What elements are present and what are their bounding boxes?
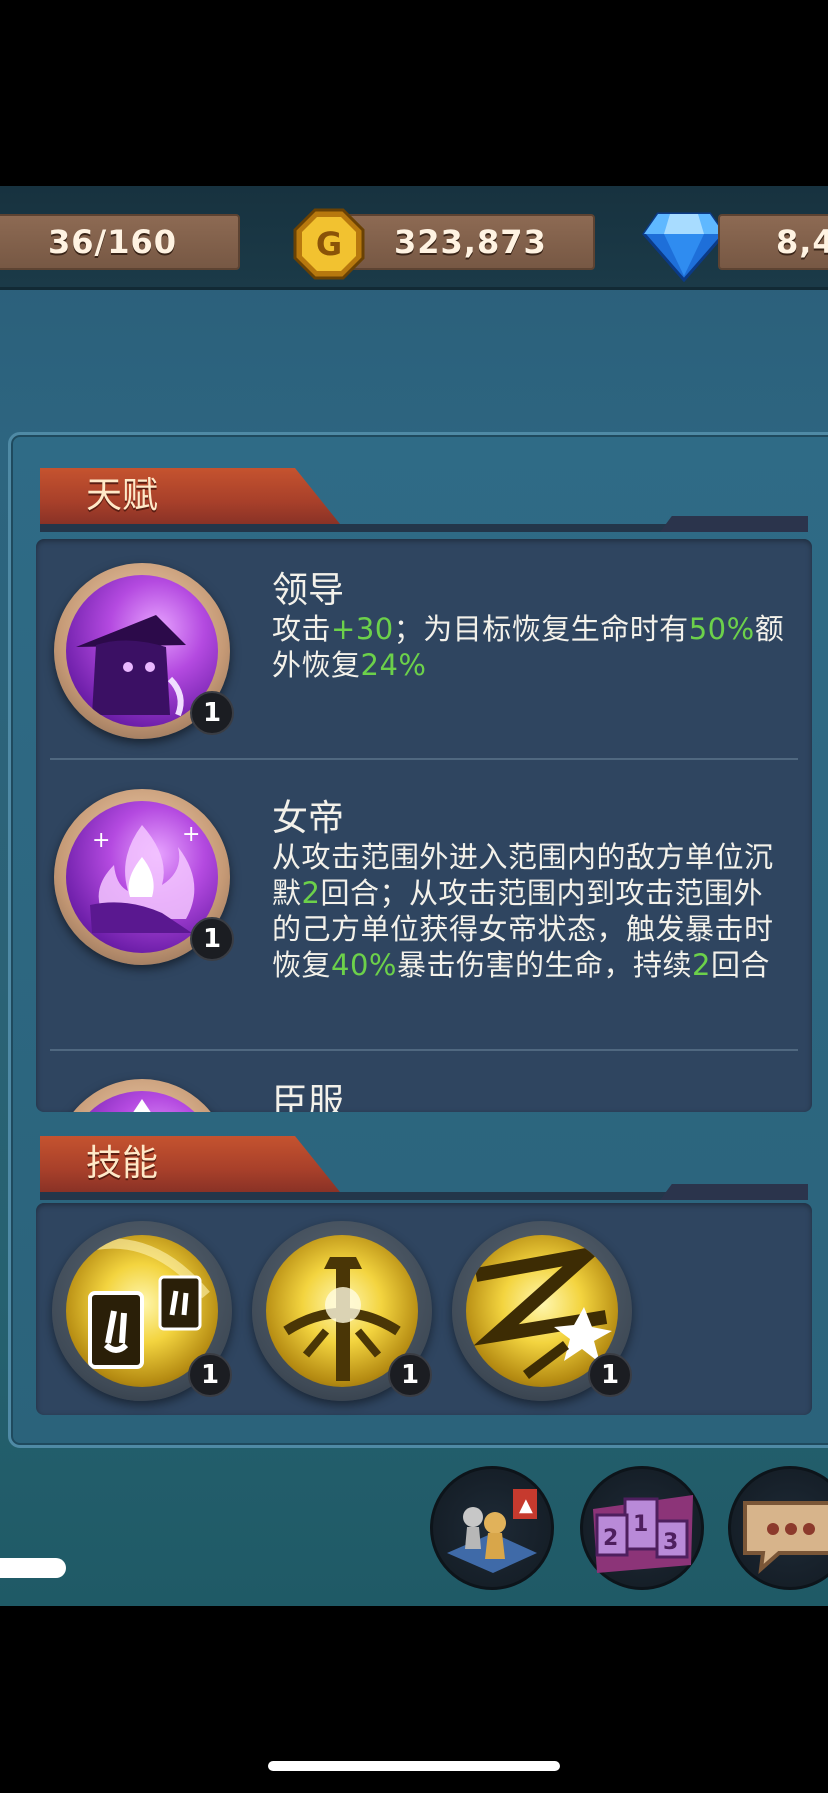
gem-counter[interactable]: 8,4 (718, 214, 828, 270)
gold-counter[interactable]: 323,873 (340, 214, 595, 270)
talents-title: 天赋 (86, 475, 159, 516)
talent-level-badge: 1 (190, 917, 234, 961)
highlighted-value: 50% (688, 612, 755, 646)
talent-icon-leadership[interactable]: 1 (54, 563, 234, 739)
skill-2-button[interactable]: 1 (252, 1221, 432, 1401)
arrow-up-icon (133, 1099, 151, 1112)
svg-text:G: G (316, 225, 342, 263)
highlighted-value: 24% (360, 648, 427, 682)
chat-button[interactable] (728, 1466, 828, 1590)
svg-text:+: + (92, 828, 110, 853)
skill-level-badge: 1 (388, 1353, 432, 1397)
stamina-value: 36/160 (48, 223, 178, 261)
pawn-ranking-button[interactable]: ▲ (430, 1466, 554, 1590)
talents-section-header: 天赋 (40, 468, 340, 524)
stamina-counter[interactable]: 36/160 (0, 214, 240, 270)
pawns-icon: ▲ (447, 1489, 537, 1573)
highlighted-value: 2 (301, 876, 321, 910)
svg-text:▲: ▲ (519, 1495, 533, 1516)
podium-icon: 2 1 3 (593, 1495, 693, 1573)
talent-description: 从攻击范围外进入范围内的敌方单位沉默2回合；从攻击范围内到攻击范围外的己方单位获… (272, 839, 792, 983)
skill-level-badge: 1 (588, 1353, 632, 1397)
talent-name: 领导 (272, 570, 345, 611)
talent-icon-submission[interactable] (54, 1079, 230, 1112)
talent-divider (50, 758, 798, 760)
talent-level-badge: 1 (190, 691, 234, 735)
talents-list[interactable]: 1 领导 攻击+30；为目标恢复生命时有50%额外恢复24% + + 1 女帝 … (36, 539, 812, 1112)
highlighted-value: 40% (331, 948, 397, 982)
talent-description: 攻击+30；为目标恢复生命时有50%额外恢复24% (272, 611, 792, 683)
skill-3-button[interactable]: 1 (452, 1221, 632, 1401)
talent-name: 臣服 (272, 1082, 345, 1112)
talent-divider (50, 1049, 798, 1051)
skill-level-badge: 1 (188, 1353, 232, 1397)
gold-coin-icon: G (293, 208, 365, 280)
svg-text:+: + (182, 822, 200, 847)
description-text: 暴击伤害的生命，持续 (396, 948, 692, 982)
talents-header-line (40, 516, 808, 532)
talent-name: 女帝 (272, 798, 345, 839)
description-text: 回合 (710, 948, 770, 982)
svg-text:2: 2 (603, 1526, 618, 1551)
gold-value: 323,873 (394, 223, 547, 261)
skills-section-header: 技能 (40, 1136, 340, 1192)
svg-text:1: 1 (633, 1512, 648, 1537)
highlighted-value: +30 (331, 612, 394, 646)
description-text: 攻击 (272, 612, 332, 646)
skills-title: 技能 (86, 1143, 159, 1184)
chat-bubble-icon (743, 1501, 828, 1575)
talent-icon-empress[interactable]: + + 1 (54, 789, 234, 965)
drawer-handle[interactable] (0, 1558, 66, 1578)
game-screen: 36/160 323,873 G 8,4 天赋 1 领导 攻击+30；为目标恢复… (0, 186, 828, 1606)
diamond-gem-icon (642, 212, 726, 282)
svg-text:3: 3 (663, 1530, 678, 1555)
description-text: ；为目标恢复生命时有 (393, 612, 689, 646)
gem-value: 8,4 (776, 223, 828, 261)
podium-ranking-button[interactable]: 2 1 3 (580, 1466, 704, 1590)
skill-1-button[interactable]: 1 (52, 1221, 232, 1401)
resource-bar: 36/160 323,873 G 8,4 (0, 186, 828, 290)
home-indicator[interactable] (268, 1761, 560, 1771)
highlighted-value: 2 (692, 948, 711, 982)
skills-list: 1 1 1 (36, 1203, 812, 1415)
skills-header-line (40, 1184, 808, 1200)
